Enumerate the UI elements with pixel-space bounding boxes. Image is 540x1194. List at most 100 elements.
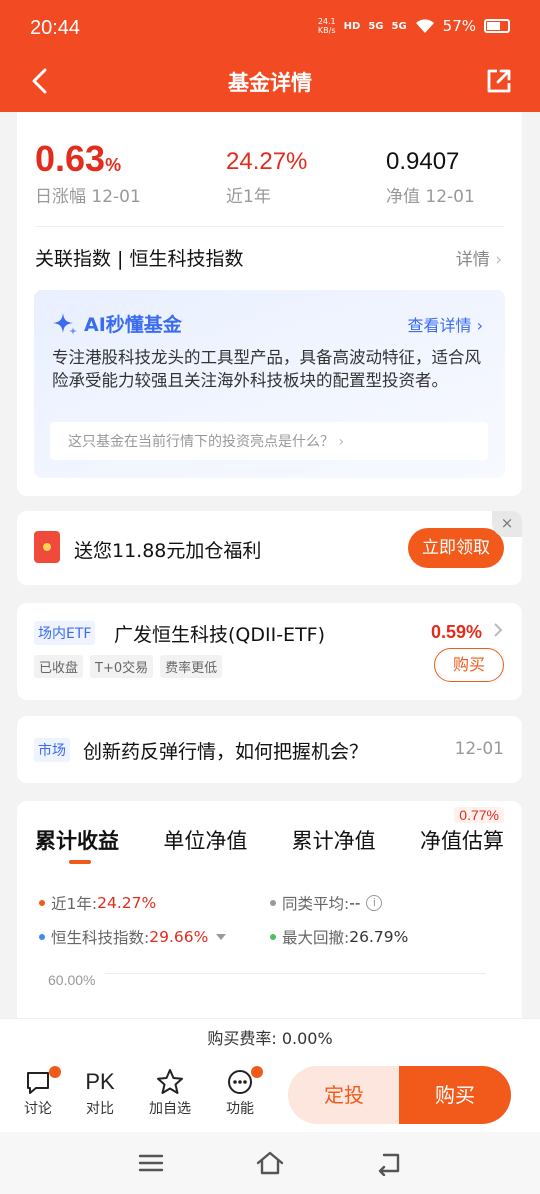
grid-line <box>105 973 486 974</box>
purchase-fee: 购买费率: 0.00% <box>0 1018 540 1058</box>
menu-icon[interactable] <box>136 1150 166 1176</box>
promo-text: 送您11.88元加仓福利 <box>74 540 262 562</box>
signal-icon-2: 5G <box>391 20 407 32</box>
year-return-label: 近1年 <box>226 187 271 207</box>
buy-button[interactable]: 购买 <box>399 1066 511 1124</box>
discuss-action[interactable]: 讨论 <box>13 1066 63 1118</box>
legend-fund-label: 近1年: <box>51 895 98 913</box>
nav-label: 净值 12-01 <box>386 187 475 207</box>
etf-chips: 已收盘 T+0交易 费率更低 <box>34 655 223 678</box>
etf-name: 广发恒生科技(QDII-ETF) <box>114 624 326 646</box>
status-time: 20:44 <box>30 17 81 39</box>
related-etf-card[interactable]: 场内ETF 广发恒生科技(QDII-ETF) 0.59% 已收盘 T+0交易 费… <box>17 603 522 700</box>
tab-cumulative-nav[interactable]: 累计净值 <box>292 825 376 855</box>
more-functions-action[interactable]: 功能 <box>215 1066 265 1118</box>
signal-icon: 5G <box>368 20 384 32</box>
pk-icon: PK <box>85 1069 115 1094</box>
legend-peer-label: 同类平均: <box>282 895 350 913</box>
compare-action[interactable]: PK 对比 <box>75 1066 125 1118</box>
more-icon <box>215 1066 265 1098</box>
estimate-badge: 0.77% <box>454 807 504 823</box>
claim-button[interactable]: 立即领取 <box>408 528 504 568</box>
legend-fund-value: 24.27% <box>97 894 157 912</box>
share-icon[interactable] <box>484 66 514 96</box>
promo-card: 送您11.88元加仓福利 立即领取 × <box>17 511 522 585</box>
tab-underline <box>69 860 91 864</box>
chart-card: 0.77% 累计收益 单位净值 累计净值 净值估算 近1年: 24.27% 同类平… <box>17 801 522 1041</box>
legend-dot <box>39 934 45 940</box>
sparkle-icon <box>53 312 77 335</box>
fixed-investment-button[interactable]: 定投 <box>288 1066 400 1124</box>
page-title: 基金详情 <box>228 71 312 95</box>
etf-chip: 费率更低 <box>160 655 223 678</box>
nav-value: 0.9407 <box>386 148 460 175</box>
home-icon[interactable] <box>255 1150 285 1176</box>
legend-index-label: 恒生科技指数: <box>51 929 150 947</box>
net-speed-value: 24.1 <box>317 17 336 26</box>
legend-dot <box>39 900 45 906</box>
battery-icon <box>484 19 510 33</box>
notification-dot <box>251 1066 263 1078</box>
tab-nav-estimate[interactable]: 净值估算 <box>420 825 504 855</box>
dropdown-caret-icon <box>216 934 227 940</box>
status-icons: 24.1 KB/s HD 5G 5G 57% <box>318 17 510 35</box>
news-title: 创新药反弹行情，如何把握机会？ <box>83 741 369 763</box>
wifi-icon <box>415 19 434 33</box>
etf-tag: 场内ETF <box>34 621 96 645</box>
net-speed-unit: KB/s <box>317 26 336 35</box>
performance-card: 0.63% 24.27% 0.9407 日涨幅 12-01 近1年 净值 12-… <box>17 112 522 496</box>
watchlist-label: 加自选 <box>149 1101 191 1117</box>
ai-question-prompt[interactable]: 这只基金在当前行情下的投资亮点是什么？ › <box>50 422 488 460</box>
star-icon <box>145 1066 195 1098</box>
legend-dot <box>270 934 276 940</box>
etf-change: 0.59% <box>430 622 482 642</box>
related-index[interactable]: 关联指数 | 恒生科技指数 <box>35 244 243 271</box>
chevron-right-icon <box>494 623 503 637</box>
close-icon[interactable]: × <box>492 511 522 537</box>
daily-change-label: 日涨幅 12-01 <box>35 187 141 207</box>
etf-chip: T+0交易 <box>90 655 154 678</box>
chevron-right-icon: › <box>338 434 345 450</box>
legend-index[interactable]: 恒生科技指数: 29.66% <box>39 926 227 948</box>
net-speed: 24.1 KB/s <box>318 17 336 35</box>
ai-question-text: 这只基金在当前行情下的投资亮点是什么？ <box>68 434 334 450</box>
nav-bar: 基金详情 <box>0 56 540 112</box>
index-detail-link[interactable]: 详情 › <box>456 245 502 270</box>
hd-icon: HD <box>343 20 361 32</box>
watchlist-action[interactable]: 加自选 <box>145 1066 195 1118</box>
notification-dot <box>49 1066 61 1078</box>
etf-chip: 已收盘 <box>34 655 84 678</box>
battery-percent: 57% <box>442 17 476 35</box>
tab-unit-nav[interactable]: 单位净值 <box>163 825 247 855</box>
news-date: 12-01 <box>454 739 504 759</box>
daily-change: 0.63% <box>35 138 121 180</box>
daily-change-unit: % <box>105 155 122 175</box>
ai-summary-panel: AI秒懂基金 查看详情 › 专注港股科技龙头的工具型产品，具备高波动特征，适合风… <box>34 290 505 478</box>
legend-fund: 近1年: 24.27% <box>39 892 156 914</box>
legend-drawdown: 最大回撤: 26.79% <box>270 926 408 948</box>
legend-index-value: 29.66% <box>149 928 209 946</box>
header: 20:44 24.1 KB/s HD 5G 5G 57% 基金详情 <box>0 0 540 112</box>
y-axis-tick: 60.00% <box>48 972 96 988</box>
chevron-right-icon: › <box>476 316 483 335</box>
ai-detail-link[interactable]: 查看详情 › <box>407 312 483 336</box>
info-icon[interactable]: i <box>366 895 383 911</box>
ai-summary-text: 专注港股科技龙头的工具型产品，具备高波动特征，适合风险承受能力较强且关注海外科技… <box>52 348 481 390</box>
divider <box>35 226 504 227</box>
legend-dot <box>270 900 276 906</box>
year-return: 24.27% <box>226 148 308 175</box>
daily-change-value: 0.63 <box>35 138 106 179</box>
red-envelope-icon <box>34 531 60 563</box>
ai-title-text: AI秒懂基金 <box>84 314 182 336</box>
status-bar: 20:44 24.1 KB/s HD 5G 5G 57% <box>0 0 540 56</box>
compare-label: 对比 <box>86 1101 114 1117</box>
tab-cumulative-return[interactable]: 累计收益 <box>35 825 119 855</box>
bottom-action-bar: 讨论 PK 对比 加自选 功能 定投 购买 <box>0 1058 540 1132</box>
index-detail-label: 详情 <box>455 250 490 270</box>
legend-drawdown-value: 26.79% <box>349 928 409 946</box>
back-nav-icon[interactable] <box>374 1150 404 1176</box>
news-card[interactable]: 市场 创新药反弹行情，如何把握机会？ 12-01 <box>17 716 522 783</box>
etf-buy-button[interactable]: 购买 <box>434 648 504 682</box>
legend-drawdown-label: 最大回撤: <box>282 929 350 947</box>
chart-tabs: 累计收益 单位净值 累计净值 净值估算 <box>35 825 504 855</box>
